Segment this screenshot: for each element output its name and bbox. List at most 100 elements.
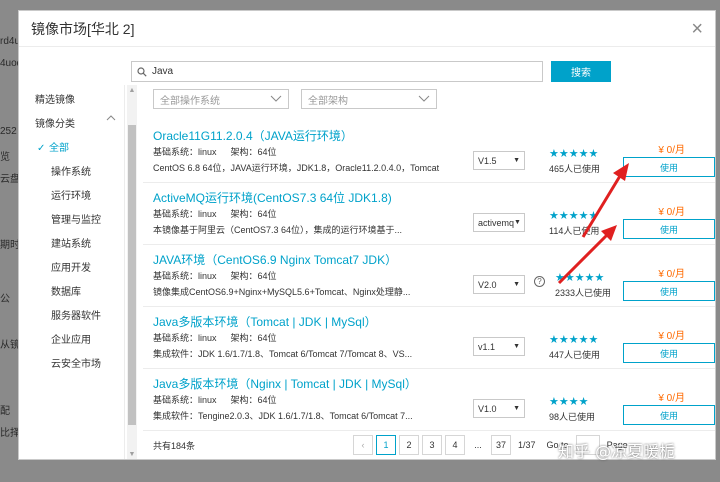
base-system: 基础系统：linux [153, 395, 217, 405]
sidebar-item-monitoring[interactable]: 管理与监控 [19, 209, 124, 233]
version-value: activemq [478, 217, 515, 228]
base-system: 基础系统：linux [153, 209, 217, 219]
use-button[interactable]: 使用 [623, 281, 715, 301]
scroll-down-icon[interactable]: ▼ [128, 451, 136, 459]
image-meta: 基础系统：linux 架构：64位 [153, 269, 291, 282]
chevron-up-icon [106, 115, 116, 121]
sidebar-item-runtime[interactable]: 运行环境 [19, 185, 124, 209]
sidebar: 精选镜像 镜像分类 ✓ 全部 操作系统 运行环境 管理与监控 建站系统 应用开发 … [19, 85, 125, 459]
price: ¥ 0/月 [658, 145, 685, 156]
version-select[interactable]: v1.1 ▼ [473, 337, 525, 356]
sidebar-item-all[interactable]: ✓ 全部 [19, 137, 124, 161]
use-button[interactable]: 使用 [623, 343, 715, 363]
search-button[interactable]: 搜索 [551, 61, 611, 82]
sidebar-category-label: 镜像分类 [35, 119, 75, 130]
search-icon [137, 66, 147, 77]
bg-text: 配 [0, 406, 10, 417]
page-button[interactable]: 2 [399, 435, 419, 455]
search-input[interactable] [152, 66, 532, 77]
sidebar-item-server-software[interactable]: 服务器软件 [19, 305, 124, 329]
modal-header: 镜像市场[华北 2] × [19, 11, 715, 47]
image-description: 镜像集成CentOS6.9+Nginx+MySQL5.6+Tomcat、Ngin… [153, 287, 411, 297]
version-select[interactable]: V1.5 ▼ [473, 151, 525, 170]
page-ellipsis: ... [468, 435, 488, 455]
star-rating-icon: ★★★★★ [549, 210, 599, 222]
prev-page-button[interactable]: ‹ [353, 435, 373, 455]
architecture: 架构：64位 [230, 209, 277, 219]
rating: ★★★★ 98人已使用 [549, 395, 595, 423]
page-info: 1/37 [518, 440, 536, 450]
usage-count: 447人已使用 [549, 350, 601, 360]
price: ¥ 0/月 [658, 393, 685, 404]
close-icon[interactable]: × [691, 19, 703, 39]
image-description: 集成软件：JDK 1.6/1.7/1.8、Tomcat 6/Tomcat 7/T… [153, 349, 413, 359]
usage-count: 98人已使用 [549, 412, 596, 422]
os-filter-label: 全部操作系统 [160, 95, 220, 107]
page-button[interactable]: 4 [445, 435, 465, 455]
bg-text: 公 [0, 294, 10, 305]
base-system: 基础系统：linux [153, 271, 217, 281]
sidebar-item-site-builder[interactable]: 建站系统 [19, 233, 124, 257]
bg-text: 252 [0, 126, 17, 137]
scroll-thumb[interactable] [128, 125, 136, 425]
list-item: Java多版本环境（Nginx | Tomcat | JDK | MySql） … [143, 369, 715, 431]
caret-down-icon: ▼ [514, 219, 521, 226]
page-button[interactable]: 37 [491, 435, 512, 455]
image-meta: 基础系统：linux 架构：64位 [153, 331, 291, 344]
sidebar-item-security[interactable]: 云安全市场 [19, 353, 124, 377]
caret-down-icon: ▼ [513, 343, 520, 350]
image-title-link[interactable]: Java多版本环境（Tomcat | JDK | MySql） [153, 313, 377, 330]
star-rating-icon: ★★★★ [549, 396, 589, 408]
list-item: ActiveMQ运行环境(CentOS7.3 64位 JDK1.8) 基础系统：… [143, 183, 715, 245]
base-system: 基础系统：linux [153, 333, 217, 343]
total-count: 共有184条 [153, 441, 196, 451]
star-rating-icon: ★★★★★ [555, 272, 605, 284]
scroll-up-icon[interactable]: ▲ [128, 87, 136, 95]
list-item: Oracle11G11.2.0.4（JAVA运行环境） 基础系统：linux 架构… [143, 121, 715, 183]
version-value: v1.1 [478, 341, 496, 352]
sidebar-item-database[interactable]: 数据库 [19, 281, 124, 305]
arch-filter-select[interactable]: 全部架构 [301, 89, 437, 109]
list-item: Java多版本环境（Tomcat | JDK | MySql） 基础系统：lin… [143, 307, 715, 369]
version-select[interactable]: activemq ▼ [473, 213, 525, 232]
architecture: 架构：64位 [230, 333, 277, 343]
arch-filter-label: 全部架构 [308, 95, 348, 107]
use-button[interactable]: 使用 [623, 157, 715, 177]
rating: ★★★★★ 447人已使用 [549, 333, 600, 361]
rating: ★★★★★ 114人已使用 [549, 209, 599, 237]
search-box[interactable] [131, 61, 543, 82]
image-title-link[interactable]: Java多版本环境（Nginx | Tomcat | JDK | MySql） [153, 375, 417, 392]
image-title-link[interactable]: Oracle11G11.2.0.4（JAVA运行环境） [153, 127, 353, 144]
sidebar-item-enterprise[interactable]: 企业应用 [19, 329, 124, 353]
architecture: 架构：64位 [230, 147, 277, 157]
image-title-link[interactable]: ActiveMQ运行环境(CentOS7.3 64位 JDK1.8) [153, 189, 392, 206]
sidebar-item-dev[interactable]: 应用开发 [19, 257, 124, 281]
page-button[interactable]: 3 [422, 435, 442, 455]
version-value: V2.0 [478, 279, 497, 290]
bg-text: 览 [0, 152, 10, 163]
price: ¥ 0/月 [658, 269, 685, 280]
scrollbar[interactable]: ▲ ▼ [127, 85, 137, 459]
version-value: V1.5 [478, 155, 497, 166]
os-filter-select[interactable]: 全部操作系统 [153, 89, 289, 109]
chevron-down-icon [270, 95, 282, 102]
caret-down-icon: ▼ [513, 281, 520, 288]
use-button[interactable]: 使用 [623, 405, 715, 425]
usage-count: 114人已使用 [549, 226, 600, 236]
version-select[interactable]: V2.0 ▼ [473, 275, 525, 294]
sidebar-item-label: 全部 [49, 143, 69, 154]
use-button[interactable]: 使用 [623, 219, 715, 239]
sidebar-item-os[interactable]: 操作系统 [19, 161, 124, 185]
price: ¥ 0/月 [658, 331, 685, 342]
rating: ★★★★★ 465人已使用 [549, 147, 600, 175]
sidebar-featured[interactable]: 精选镜像 [19, 89, 124, 113]
page-button[interactable]: 1 [376, 435, 396, 455]
bg-text: 期时 [0, 240, 20, 251]
version-select[interactable]: V1.0 ▼ [473, 399, 525, 418]
image-market-modal: 镜像市场[华北 2] × 搜索 精选镜像 镜像分类 ✓全部 操作系统 运行环境 … [18, 10, 716, 460]
star-rating-icon: ★★★★★ [549, 148, 599, 160]
help-icon[interactable]: ? [534, 276, 545, 287]
price: ¥ 0/月 [658, 207, 685, 218]
image-title-link[interactable]: JAVA环境（CentOS6.9 Nginx Tomcat7 JDK） [153, 251, 397, 268]
sidebar-category[interactable]: 镜像分类 [19, 113, 124, 137]
